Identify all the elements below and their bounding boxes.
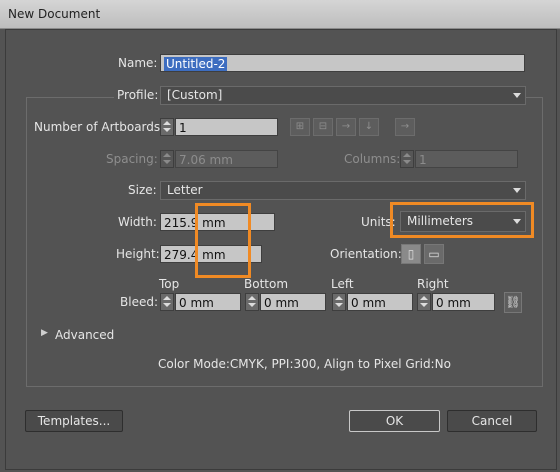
highlight-box-units	[390, 202, 534, 238]
bleed-right-label: Right	[417, 277, 449, 291]
name-field[interactable]: Untitled-2	[160, 54, 525, 72]
bleed-label: Bleed:	[120, 295, 158, 309]
size-label: Size:	[128, 183, 157, 197]
highlight-box-mm	[195, 203, 251, 278]
bleed-right-field[interactable]: 0 mm	[432, 293, 495, 311]
profile-select[interactable]: [Custom]	[160, 86, 526, 105]
size-select[interactable]: Letter	[160, 181, 526, 200]
columns-stepper	[400, 150, 414, 168]
grid-by-column-icon: ⊟	[313, 118, 333, 136]
bleed-top-stepper[interactable]	[160, 293, 174, 311]
bleed-bottom-stepper[interactable]	[245, 293, 259, 311]
document-info-text: Color Mode:CMYK, PPI:300, Align to Pixel…	[158, 357, 451, 371]
bleed-top-field[interactable]: 0 mm	[175, 293, 241, 311]
portrait-icon[interactable]: ▯	[401, 244, 421, 264]
artboards-label: Number of Artboards:	[34, 120, 165, 134]
cancel-button[interactable]: Cancel	[447, 410, 537, 432]
templates-button[interactable]: Templates...	[25, 410, 123, 432]
spacing-stepper	[160, 150, 174, 168]
spacing-field: 7.06 mm	[175, 150, 278, 168]
spacing-label: Spacing:	[106, 152, 158, 166]
profile-label: Profile:	[114, 88, 162, 102]
bleed-left-stepper[interactable]	[332, 293, 346, 311]
bleed-left-label: Left	[331, 277, 354, 291]
grid-by-row-icon: ⊞	[290, 118, 310, 136]
change-layout-icon: →	[395, 118, 415, 136]
name-value: Untitled-2	[164, 57, 228, 71]
bleed-top-label: Top	[159, 277, 180, 291]
window-title: New Document	[8, 7, 101, 21]
bleed-left-field[interactable]: 0 mm	[347, 293, 413, 311]
bleed-bottom-label: Bottom	[244, 277, 289, 291]
bleed-bottom-field[interactable]: 0 mm	[260, 293, 326, 311]
landscape-icon[interactable]: ▭	[424, 244, 444, 264]
size-value: Letter	[167, 183, 203, 197]
height-label: Height:	[116, 247, 160, 261]
artboards-field[interactable]: 1	[175, 118, 278, 136]
dialog-body: Name: Untitled-2 Profile: [Custom] Numbe…	[5, 29, 557, 470]
bleed-right-stepper[interactable]	[417, 293, 431, 311]
arrange-by-row-icon: →	[336, 118, 356, 136]
orientation-label: Orientation:	[330, 247, 402, 261]
profile-value: [Custom]	[167, 88, 223, 102]
ok-button[interactable]: OK	[349, 410, 440, 432]
advanced-label[interactable]: Advanced	[55, 328, 119, 342]
chain-link-icon[interactable]: ⛓	[504, 292, 522, 313]
chevron-down-icon	[513, 188, 521, 193]
options-group	[26, 97, 543, 387]
columns-field: 1	[415, 150, 518, 168]
disclosure-triangle-icon[interactable]: ▶	[41, 328, 48, 338]
width-label: Width:	[118, 215, 157, 229]
arrange-by-column-icon: ↓	[359, 118, 379, 136]
columns-label: Columns:	[344, 152, 401, 166]
artboards-stepper[interactable]	[160, 118, 174, 136]
title-bar: New Document	[0, 0, 560, 29]
name-label: Name:	[118, 56, 158, 70]
chevron-down-icon	[513, 93, 521, 98]
